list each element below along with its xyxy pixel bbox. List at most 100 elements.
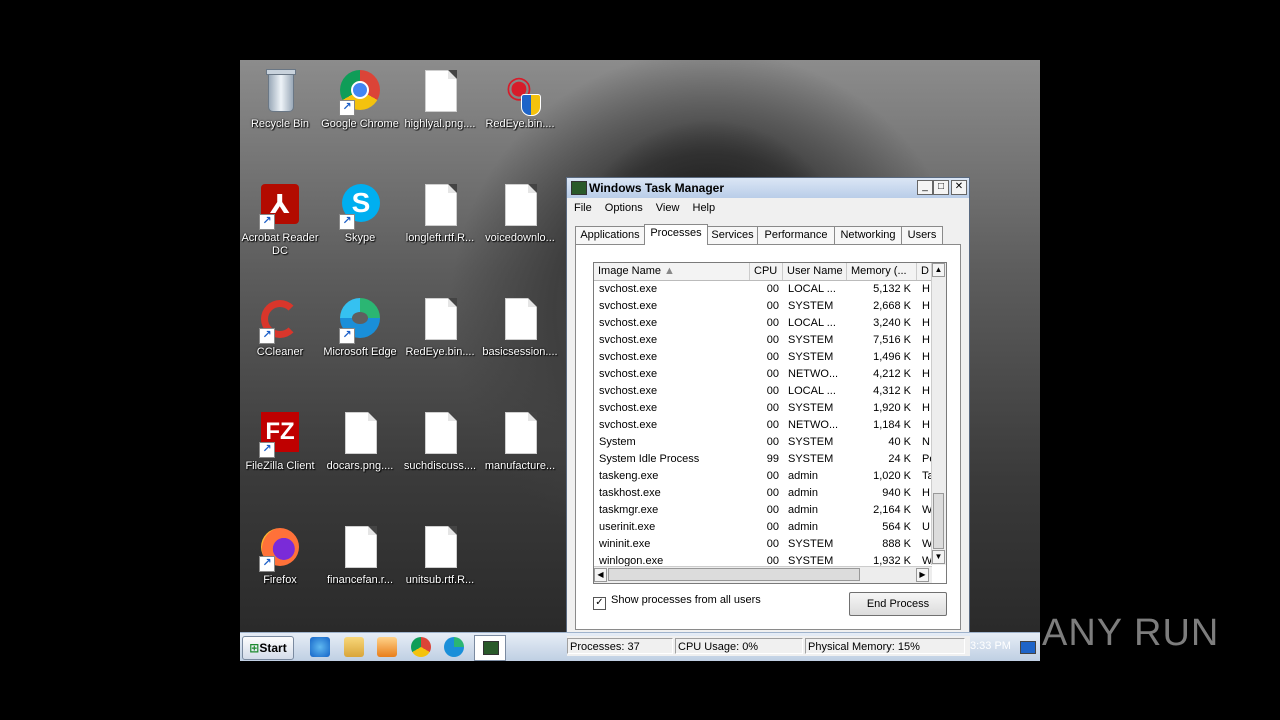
sort-arrow-icon: ▲ [664, 265, 675, 277]
table-row[interactable]: svchost.exe 00 LOCAL ... 5,132 KH [594, 281, 932, 298]
menu-help[interactable]: Help [688, 200, 721, 216]
show-all-users-checkbox[interactable]: ✓ Show processes from all users [593, 594, 761, 610]
edge-taskbar-icon[interactable] [444, 637, 464, 657]
cell-image-name: taskhost.exe [599, 487, 661, 499]
cell-image-name: svchost.exe [599, 334, 658, 346]
title-bar[interactable]: Windows Task Manager _ □ ✕ [567, 178, 969, 198]
desktop-icon[interactable]: FZ ↗ FileZilla Client [240, 406, 320, 498]
column-description[interactable]: D [917, 263, 932, 280]
network-tray-icon[interactable] [1020, 641, 1036, 654]
table-row[interactable]: svchost.exe 00 NETWO... 4,212 KH [594, 366, 932, 383]
tab-performance[interactable]: Performance [757, 226, 835, 244]
table-row[interactable]: System 00 SYSTEM 40 KN [594, 434, 932, 451]
checkbox-icon[interactable]: ✓ [593, 597, 606, 610]
table-row[interactable]: svchost.exe 00 SYSTEM 1,496 KH [594, 349, 932, 366]
scroll-up-icon[interactable]: ▲ [932, 263, 945, 277]
cell-user-name: admin [788, 487, 818, 499]
ie-icon[interactable] [310, 637, 330, 657]
desktop-icon[interactable]: RedEye.bin.... [400, 292, 480, 384]
desktop-icon-label: CCleaner [256, 346, 304, 358]
menu-file[interactable]: File [569, 200, 597, 216]
horizontal-scroll-thumb[interactable] [608, 568, 860, 581]
desktop-icon[interactable]: highlyal.png.... [400, 64, 480, 156]
tab-users[interactable]: Users [901, 226, 943, 244]
table-row[interactable]: userinit.exe 00 admin 564 KU [594, 519, 932, 536]
list-header: Image Name ▲ CPU User Name Memory (... D [594, 263, 946, 281]
table-row[interactable]: svchost.exe 00 SYSTEM 1,920 KH [594, 400, 932, 417]
scroll-left-icon[interactable]: ◀ [594, 568, 607, 582]
cell-memory: 3,240 K [873, 317, 911, 329]
vertical-scrollbar[interactable]: ▲ ▼ [931, 263, 946, 565]
cell-memory: 7,516 K [873, 334, 911, 346]
tab-networking[interactable]: Networking [834, 226, 902, 244]
desktop-icon[interactable]: ⅄ ↗ Acrobat Reader DC [240, 178, 320, 270]
desktop-icon[interactable]: S ↗ Skype [320, 178, 400, 270]
desktop-icon-label: voicedownlo... [485, 232, 555, 244]
cell-cpu: 00 [766, 283, 779, 295]
tab-applications[interactable]: Applications [575, 226, 645, 244]
table-row[interactable]: svchost.exe 00 SYSTEM 2,668 KH [594, 298, 932, 315]
desktop-icon[interactable]: ↗ Microsoft Edge [320, 292, 400, 384]
column-image-name[interactable]: Image Name ▲ [594, 263, 750, 280]
table-row[interactable]: System Idle Process99SYSTEM24 KPe [594, 451, 934, 468]
table-row[interactable]: taskhost.exe 00 admin 940 KH [594, 485, 932, 502]
minimize-button[interactable]: _ [917, 180, 933, 195]
cell-memory: 40 K [888, 436, 911, 448]
desktop-icon[interactable]: ↗ Firefox [240, 520, 320, 612]
menu-options[interactable]: Options [600, 200, 648, 216]
table-row[interactable]: svchost.exe 00 NETWO... 1,184 KH [594, 417, 932, 434]
desktop-icon-label: manufacture... [484, 460, 556, 472]
table-row[interactable]: taskmgr.exe 00 admin 2,164 KW [594, 502, 932, 519]
desktop-icon[interactable]: longleft.rtf.R... [400, 178, 480, 270]
close-button[interactable]: ✕ [951, 180, 967, 195]
cell-image-name: svchost.exe [599, 317, 658, 329]
anyrun-watermark: ANY RUN [1042, 612, 1220, 654]
explorer-icon[interactable] [344, 637, 364, 657]
table-row[interactable]: taskeng.exe 00 admin 1,020 K Ta [594, 468, 934, 485]
status-processes: Processes: 37 [567, 638, 673, 654]
desktop-icon[interactable]: voicedownlo... [480, 178, 560, 270]
scroll-down-icon[interactable]: ▼ [932, 550, 945, 564]
table-row[interactable]: svchost.exe 00 LOCAL ... 4,312 KH [594, 383, 932, 400]
menu-view[interactable]: View [651, 200, 685, 216]
desktop-icon[interactable]: unitsub.rtf.R... [400, 520, 480, 612]
column-user-name[interactable]: User Name [783, 263, 847, 280]
tab-services[interactable]: Services [707, 226, 758, 244]
desktop-icon[interactable]: ↗ Google Chrome [320, 64, 400, 156]
cell-image-name: System [599, 436, 636, 448]
desktop-icon[interactable]: ◉ RedEye.bin.... [480, 64, 560, 156]
desktop-icon[interactable]: manufacture... [480, 406, 560, 498]
desktop-icon[interactable]: basicsession.... [480, 292, 560, 384]
cell-image-name: svchost.exe [599, 351, 658, 363]
column-cpu[interactable]: CPU [750, 263, 783, 280]
maximize-button[interactable]: □ [933, 180, 949, 195]
redeye-icon: ◉ [497, 70, 543, 116]
desktop-icon[interactable]: ↗ CCleaner [240, 292, 320, 384]
table-row[interactable]: wininit.exe 00 SYSTEM 888 KW [594, 536, 932, 553]
desktop-icon[interactable]: docars.png.... [320, 406, 400, 498]
vertical-scroll-thumb[interactable] [933, 493, 944, 549]
chrome-taskbar-icon[interactable] [411, 637, 431, 657]
desktop-icon[interactable]: suchdiscuss.... [400, 406, 480, 498]
menu-bar: File Options View Help [569, 200, 720, 216]
horizontal-scrollbar[interactable]: ◀ ▶ [594, 566, 932, 583]
start-button[interactable]: ⊞Start [242, 636, 294, 660]
tab-processes[interactable]: Processes [644, 224, 708, 245]
end-process-button[interactable]: End Process [849, 592, 947, 616]
firefox-icon: ↗ [257, 526, 303, 572]
windows-logo-icon: ⊞ [249, 641, 260, 655]
clock[interactable]: 3:33 PM [970, 640, 1011, 652]
column-memory[interactable]: Memory (... [847, 263, 917, 280]
process-list[interactable]: Image Name ▲ CPU User Name Memory (... D… [593, 262, 947, 584]
media-player-icon[interactable] [377, 637, 397, 657]
table-row[interactable]: svchost.exe 00 LOCAL ... 3,240 KH [594, 315, 932, 332]
cell-cpu: 00 [766, 334, 779, 346]
cell-memory: 24 K [888, 453, 911, 465]
table-row[interactable]: svchost.exe 00 SYSTEM 7,516 KH [594, 332, 932, 349]
scroll-right-icon[interactable]: ▶ [916, 568, 929, 582]
edge-icon: ↗ [337, 298, 383, 344]
task-manager-taskbar-button[interactable] [474, 635, 506, 661]
desktop-icon[interactable]: Recycle Bin [240, 64, 320, 156]
desktop-icon[interactable]: financefan.r... [320, 520, 400, 612]
desktop-icon-label: highlyal.png.... [404, 118, 476, 130]
